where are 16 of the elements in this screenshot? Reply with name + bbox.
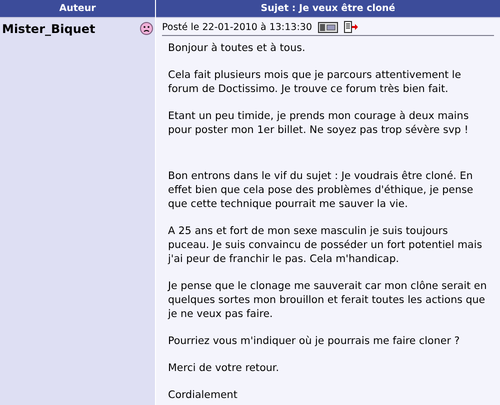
message-paragraph: Pourriez vous m'indiquer où je pourrais me faire cloner ? — [168, 334, 461, 348]
column-header: Sujet : Je veux être cloné — [156, 0, 500, 18]
message-paragraph: Je pense que le clonage me sauverait car mon clône serait en quelques sortes mon brouillon et ferait toutes les actions que je ne veux pas faire. — [168, 279, 488, 321]
message-paragraph: A 25 ans et fort de mon sexe masculin je suis toujours puceau. Je suis convaincu de posséder un fort potentiel mais j'ai peur de franchir le pas. Cela m'handicap. — [168, 224, 484, 266]
author-name[interactable]: Mister_Biquet — [2, 22, 96, 36]
profile-icon[interactable] — [318, 22, 338, 32]
document-arrow-icon[interactable] — [344, 21, 358, 33]
message-paragraph: Cela fait plusieurs mois que je parcours attentivement le forum de Doctissimo. Je trouve ce forum très bien fait. — [168, 68, 462, 96]
message-paragraph: Bonjour à toutes et à tous. — [168, 41, 306, 55]
message-paragraph: Bon entrons dans le vif du sujet : Je voudrais être cloné. En effet bien que cela pose des problèmes d'éthique, je pense que cette technique pourrait me sauver la vie. — [168, 169, 474, 211]
message-paragraph: Merci de votre retour. — [168, 361, 280, 375]
message-paragraph: Etant un peu timide, je prends mon courage à deux mains pour poster mon 1er billet. Ne soyez pas trop sévère svp ! — [168, 109, 470, 137]
post-date: Posté le 22-01-2010 à 13:13:30 — [162, 22, 312, 32]
message-paragraph: Cordialement — [168, 388, 238, 402]
column-header: Auteur — [0, 0, 155, 18]
sad-face-icon — [140, 22, 153, 35]
